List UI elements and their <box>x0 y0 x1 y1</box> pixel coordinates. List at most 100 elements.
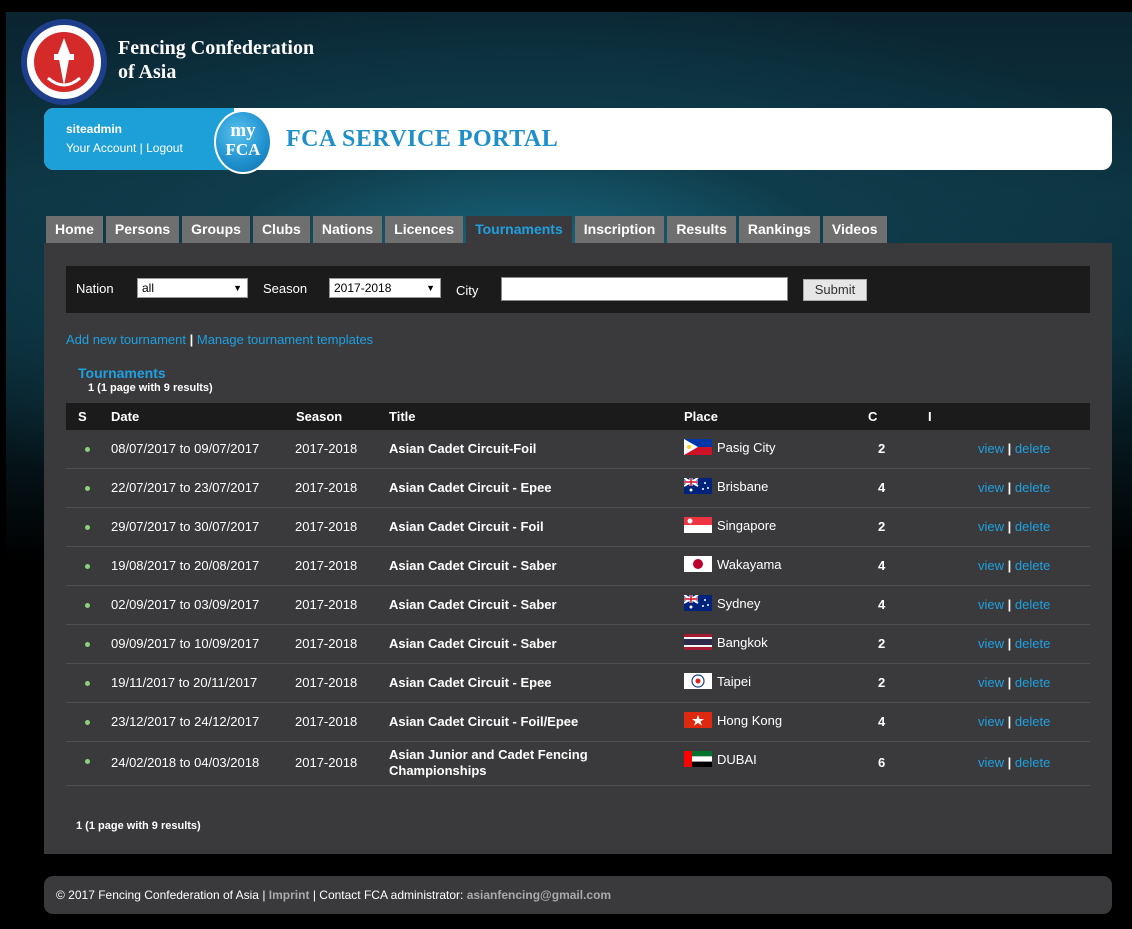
season-select[interactable]: 2017-2018 ▼ <box>329 278 441 298</box>
column-header-title[interactable]: Title <box>389 409 416 424</box>
tab-home[interactable]: Home <box>46 216 103 243</box>
cell-place: Bangkok <box>684 634 768 650</box>
view-link[interactable]: view <box>978 597 1004 612</box>
tab-videos[interactable]: Videos <box>822 216 887 243</box>
cell-place-name: Hong Kong <box>717 713 783 728</box>
status-dot-icon <box>85 759 90 764</box>
cell-date: 02/09/2017 to 03/09/2017 <box>111 597 260 612</box>
status-dot-icon <box>85 525 90 530</box>
cell-date: 19/08/2017 to 20/08/2017 <box>111 558 260 573</box>
status-dot-icon <box>85 681 90 686</box>
cell-title: Asian Cadet Circuit - Foil/Epee <box>389 714 579 729</box>
view-link[interactable]: view <box>978 441 1004 456</box>
city-input[interactable] <box>501 277 788 301</box>
table-row: 24/02/2018 to 04/03/2018 2017-2018 Asian J… <box>66 742 1090 786</box>
view-link[interactable]: view <box>978 519 1004 534</box>
table-row: 23/12/2017 to 24/12/2017 2017-2018 Asian C… <box>66 703 1090 742</box>
myfca-badge[interactable]: my FCA <box>214 110 272 174</box>
delete-link[interactable]: delete <box>1015 480 1050 495</box>
cell-date: 29/07/2017 to 30/07/2017 <box>111 519 260 534</box>
season-select-value: 2017-2018 <box>334 281 392 295</box>
cell-c: 4 <box>878 597 886 612</box>
column-header-c[interactable]: C <box>868 409 877 424</box>
cell-place: Brisbane <box>684 478 768 494</box>
imprint-link[interactable]: Imprint <box>269 888 310 902</box>
section-summary: 1 (1 page with 9 results) <box>88 382 213 394</box>
add-tournament-link[interactable]: Add new tournament <box>66 332 186 347</box>
column-header-s[interactable]: S <box>78 409 87 424</box>
row-actions: view | delete <box>978 558 1050 573</box>
contact-email-link[interactable]: asianfencing@gmail.com <box>467 888 611 902</box>
row-actions-separator: | <box>1007 441 1012 456</box>
city-label: City <box>456 283 479 298</box>
tab-inscription[interactable]: Inscription <box>574 216 665 243</box>
user-links: Your Account | Logout <box>66 141 183 155</box>
cell-title: Asian Cadet Circuit - Saber <box>389 636 557 651</box>
status-dot-icon <box>85 720 90 725</box>
cell-place: Hong Kong <box>684 712 782 728</box>
cell-place: Sydney <box>684 595 760 611</box>
view-link[interactable]: view <box>978 714 1004 729</box>
tab-licences[interactable]: Licences <box>385 216 464 243</box>
view-link[interactable]: view <box>978 636 1004 651</box>
view-link[interactable]: view <box>978 480 1004 495</box>
tab-clubs[interactable]: Clubs <box>252 216 310 243</box>
view-link[interactable]: view <box>978 755 1004 770</box>
singapore-flag-icon <box>684 517 712 533</box>
row-actions: view | delete <box>978 480 1050 495</box>
column-header-i[interactable]: I <box>928 409 932 424</box>
tab-tournaments[interactable]: Tournaments <box>466 216 572 243</box>
row-actions-separator: | <box>1007 597 1012 612</box>
tab-nations[interactable]: Nations <box>312 216 383 243</box>
your-account-link[interactable]: Your Account <box>66 141 136 155</box>
footer-copyright: © 2017 Fencing Confederation of Asia <box>56 888 259 902</box>
row-actions-separator: | <box>1007 480 1012 495</box>
chinese-taipei-flag-icon <box>684 673 712 689</box>
cell-place-name: Singapore <box>717 518 777 533</box>
cell-title: Asian Junior and Cadet Fencing Champions… <box>389 747 588 778</box>
cell-place-name: DUBAI <box>717 752 757 767</box>
delete-link[interactable]: delete <box>1015 558 1050 573</box>
nation-select[interactable]: all ▼ <box>137 278 248 298</box>
cell-c: 2 <box>878 441 886 456</box>
cell-date: 09/09/2017 to 10/09/2017 <box>111 636 260 651</box>
row-actions: view | delete <box>978 636 1050 651</box>
tab-results[interactable]: Results <box>667 216 736 243</box>
row-actions: view | delete <box>978 714 1050 729</box>
tab-rankings[interactable]: Rankings <box>738 216 820 243</box>
footer-separator: | <box>262 888 266 902</box>
column-header-season[interactable]: Season <box>296 409 342 424</box>
delete-link[interactable]: delete <box>1015 636 1050 651</box>
manage-templates-link[interactable]: Manage tournament templates <box>197 332 373 347</box>
main-tabs: Home Persons Groups Clubs Nations Licences Tou… <box>46 216 887 243</box>
cell-title: Asian Cadet Circuit-Foil <box>389 441 537 456</box>
delete-link[interactable]: delete <box>1015 597 1050 612</box>
column-header-place[interactable]: Place <box>684 409 718 424</box>
tab-persons[interactable]: Persons <box>105 216 180 243</box>
footer: © 2017 Fencing Confederation of Asia | I… <box>44 876 1112 914</box>
view-link[interactable]: view <box>978 558 1004 573</box>
column-header-date[interactable]: Date <box>111 409 139 424</box>
delete-link[interactable]: delete <box>1015 714 1050 729</box>
delete-link[interactable]: delete <box>1015 519 1050 534</box>
view-link[interactable]: view <box>978 675 1004 690</box>
submit-button[interactable]: Submit <box>803 279 867 301</box>
row-actions-separator: | <box>1007 755 1012 770</box>
table-row: 02/09/2017 to 03/09/2017 2017-2018 Asian C… <box>66 586 1090 625</box>
delete-link[interactable]: delete <box>1015 755 1050 770</box>
caret-down-icon: ▼ <box>233 283 242 293</box>
tab-groups[interactable]: Groups <box>182 216 250 243</box>
delete-link[interactable]: delete <box>1015 441 1050 456</box>
table-row: 19/08/2017 to 20/08/2017 2017-2018 Asian C… <box>66 547 1090 586</box>
logout-link[interactable]: Logout <box>146 141 183 155</box>
cell-c: 6 <box>878 755 886 770</box>
cell-title: Asian Cadet Circuit - Saber <box>389 597 557 612</box>
delete-link[interactable]: delete <box>1015 675 1050 690</box>
fca-logo-icon[interactable] <box>20 18 112 106</box>
portal-title: FCA SERVICE PORTAL <box>286 126 559 152</box>
cell-c: 2 <box>878 636 886 651</box>
org-name-line1: Fencing Confederation <box>118 37 315 59</box>
table-row: 08/07/2017 to 09/07/2017 2017-2018 Asian C… <box>66 430 1090 469</box>
actions-separator: | <box>189 332 194 347</box>
hong-kong-flag-icon <box>684 712 712 728</box>
